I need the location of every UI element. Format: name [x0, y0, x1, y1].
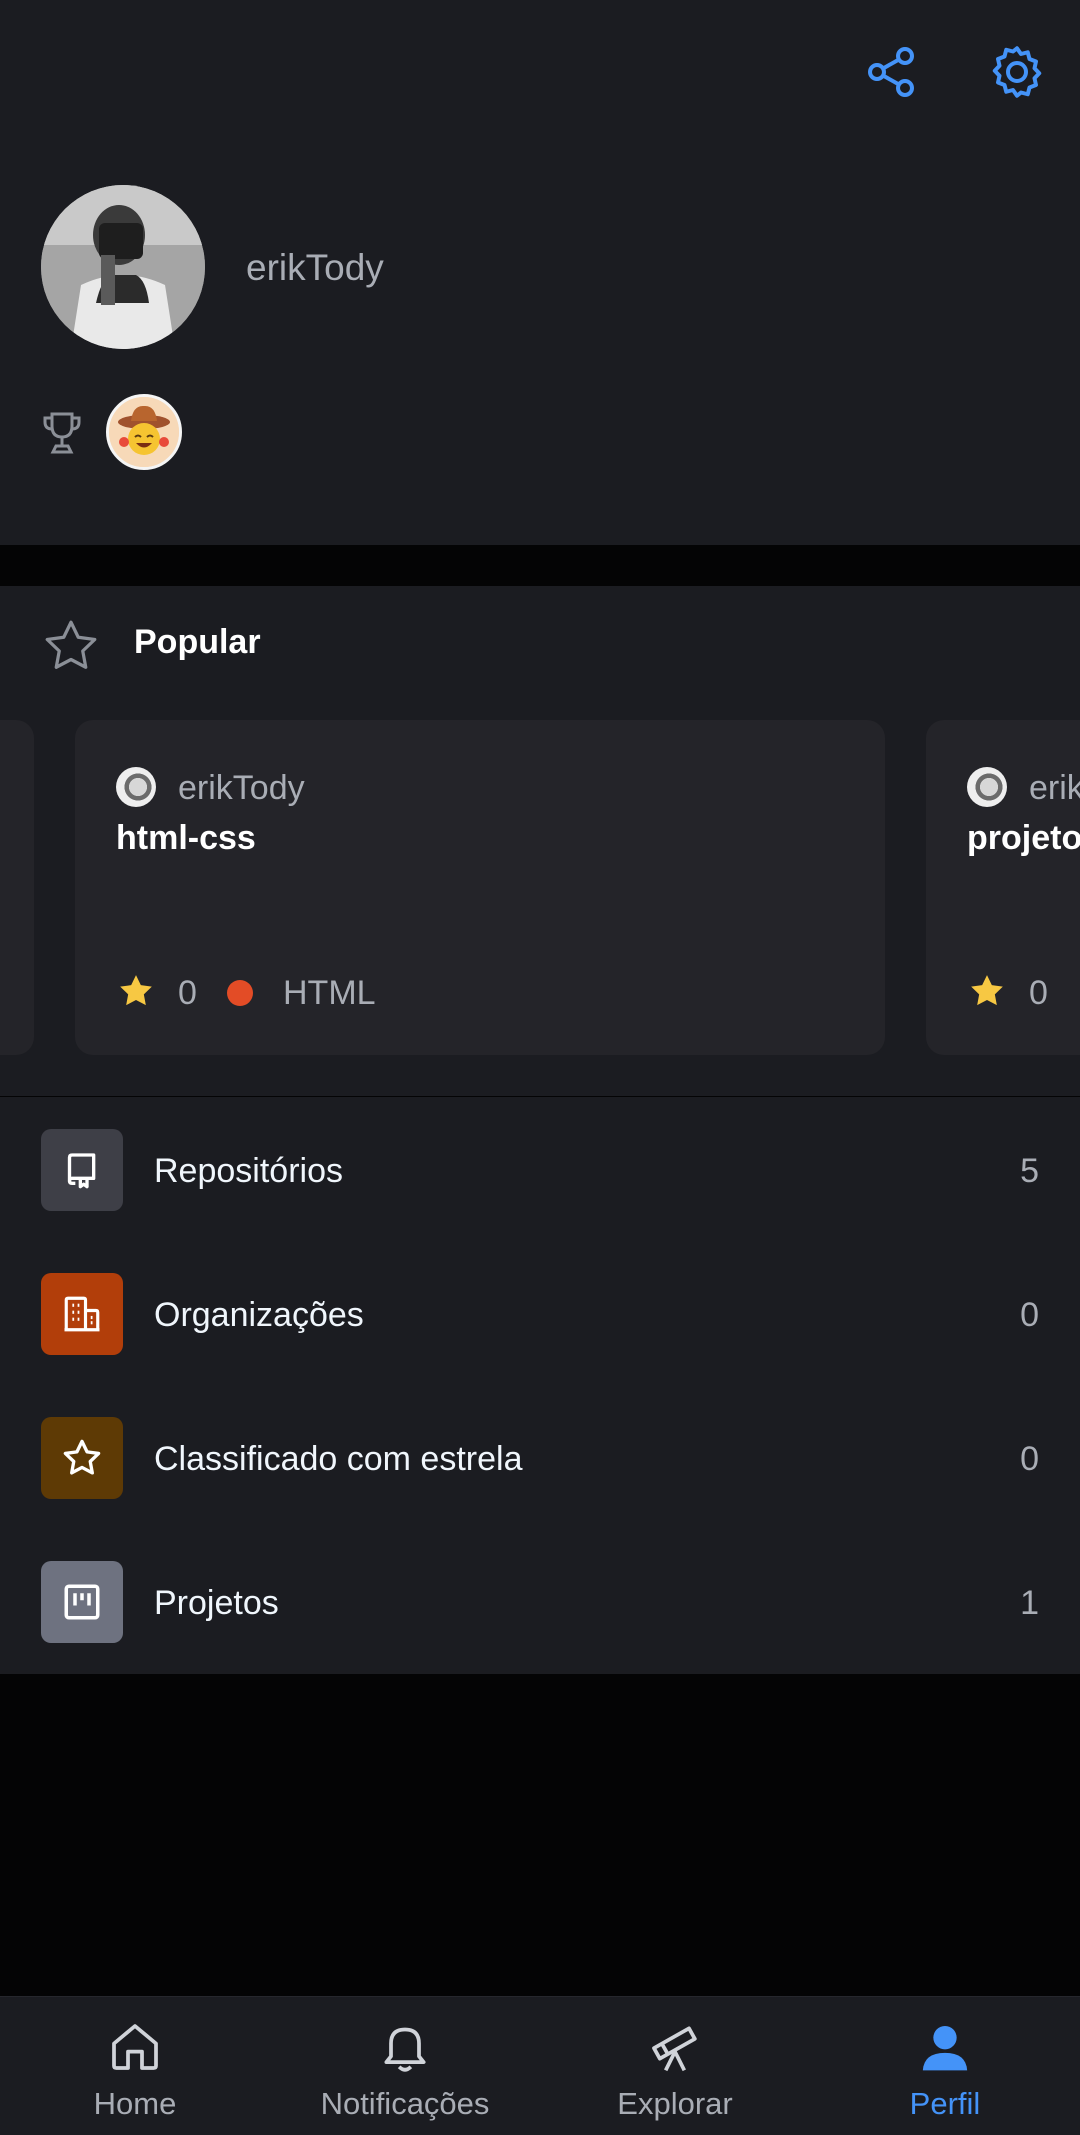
stat-row-projects[interactable]: Projetos 1 [0, 1529, 1080, 1643]
stat-count: 5 [1020, 1152, 1039, 1190]
repo-owner: erik [1029, 769, 1080, 807]
stat-label: Classificado com estrela [154, 1440, 523, 1478]
popular-section: Popular erikTody html-css 0 HTML erik pr… [0, 586, 1080, 1096]
achievement-badge[interactable] [106, 394, 182, 470]
nav-explore[interactable]: Explorar [540, 1997, 810, 2135]
star-icon [41, 1417, 123, 1499]
profile-header: erikTody [0, 0, 1080, 545]
repo-language: HTML [283, 974, 376, 1012]
stat-count: 0 [1020, 1440, 1039, 1478]
owner-avatar [967, 767, 1007, 807]
nav-notifications[interactable]: Notificações [270, 1997, 540, 2135]
bell-icon [384, 2027, 426, 2072]
settings-button[interactable] [985, 40, 1049, 104]
profile-screen: erikTody Popular erikTody html-css 0 HTM… [0, 0, 1080, 2135]
nav-profile[interactable]: Perfil [810, 1997, 1080, 2135]
repo-name: html-css [116, 819, 256, 857]
profile-stats-list: Repositórios 5 Organizações 0 Classifica… [0, 1097, 1080, 1674]
star-icon [971, 975, 1003, 1006]
username: erikTody [246, 247, 384, 288]
nav-label: Perfil [909, 2086, 981, 2121]
stat-row-starred[interactable]: Classificado com estrela 0 [0, 1385, 1080, 1499]
star-icon [120, 975, 152, 1006]
repo-card-previous[interactable] [0, 720, 34, 1055]
repo-card[interactable]: erikTody html-css 0 HTML [75, 720, 885, 1055]
language-color-dot [227, 980, 253, 1006]
telescope-icon [652, 2026, 697, 2072]
gear-icon [992, 46, 1042, 98]
owner-avatar [116, 767, 156, 807]
repo-name: projeto [967, 819, 1080, 857]
nav-label: Home [93, 2086, 177, 2121]
stat-count: 1 [1020, 1584, 1039, 1622]
avatar-photo [41, 185, 205, 349]
star-outline-icon [45, 620, 97, 669]
user-avatar[interactable] [41, 185, 205, 349]
stat-row-repositories[interactable]: Repositórios 5 [0, 1097, 1080, 1211]
repo-card[interactable]: erik projeto 0 [926, 720, 1080, 1055]
stat-label: Repositórios [154, 1152, 343, 1190]
home-icon [112, 2024, 158, 2070]
popular-title: Popular [134, 623, 261, 661]
nav-home[interactable]: Home [0, 1997, 270, 2135]
repo-icon [41, 1129, 123, 1211]
person-icon [922, 2026, 968, 2071]
repo-star-count: 0 [178, 974, 197, 1012]
nav-label: Explorar [617, 2086, 733, 2121]
project-icon [41, 1561, 123, 1643]
stat-label: Projetos [154, 1584, 279, 1622]
trophy-icon[interactable] [41, 410, 83, 456]
repo-owner: erikTody [178, 769, 305, 807]
repo-star-count: 0 [1029, 974, 1048, 1012]
share-icon [868, 47, 914, 97]
share-button[interactable] [860, 40, 924, 104]
bottom-navigation: Home Notificações Explorar Perfil [0, 1996, 1080, 2135]
nav-label: Notificações [320, 2086, 490, 2121]
stat-count: 0 [1020, 1296, 1039, 1334]
cowboy-emoji-icon [109, 397, 179, 467]
organization-icon [41, 1273, 123, 1355]
stat-row-organizations[interactable]: Organizações 0 [0, 1241, 1080, 1355]
stat-label: Organizações [154, 1296, 364, 1334]
